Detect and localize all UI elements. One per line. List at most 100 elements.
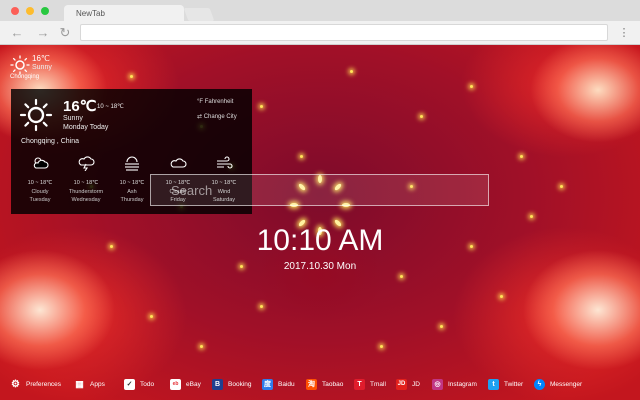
forecast-range: 10 ~ 18℃ <box>119 180 145 186</box>
checkbox-icon: ✓ <box>124 378 135 390</box>
forecast-day-name: Tuesday <box>29 197 51 203</box>
taobao-icon: 淘 <box>306 378 317 390</box>
star-sparkle <box>500 295 503 298</box>
apps-button[interactable]: ▦ Apps <box>74 378 105 390</box>
close-window-button[interactable] <box>11 7 19 15</box>
forecast-range: 10 ~ 18℃ <box>73 180 99 186</box>
star-sparkle <box>530 215 533 218</box>
kebab-menu-icon[interactable]: ⋮ <box>618 25 630 41</box>
forecast-day-name: Wednesday <box>71 197 101 203</box>
star-sparkle <box>150 315 153 318</box>
shortcut-label: eBay <box>186 380 201 388</box>
jd-icon: JD <box>396 378 407 390</box>
gear-icon: ⚙ <box>11 378 20 390</box>
current-condition: Sunny <box>63 115 83 122</box>
preferences-button[interactable]: ⚙ Preferences <box>10 378 61 390</box>
shortcut-jd[interactable]: JD JD <box>396 378 420 390</box>
browser-toolbar: ← → ↻ ⋮ <box>0 21 640 45</box>
weather-mini-city: Chongqing <box>10 74 40 80</box>
back-arrow-icon[interactable]: ← <box>9 25 25 41</box>
maximize-window-button[interactable] <box>41 7 49 15</box>
sun-icon <box>19 98 53 132</box>
star-sparkle <box>300 155 303 158</box>
shortcut-messenger[interactable]: ϟ Messenger <box>534 378 582 390</box>
forward-arrow-icon[interactable]: → <box>35 25 51 41</box>
shortcut-label: JD <box>412 380 420 388</box>
star-sparkle <box>130 75 133 78</box>
apps-grid-icon: ▦ <box>75 378 84 389</box>
forecast-range: 10 ~ 18℃ <box>27 180 53 186</box>
twitter-icon: t <box>488 378 499 390</box>
star-sparkle <box>440 325 443 328</box>
shortcut-label: Booking <box>228 380 252 388</box>
forecast-day: 10 ~ 18℃ Ash Thursday <box>109 155 155 207</box>
cloudy-sun-icon <box>33 157 49 169</box>
wind-icon <box>217 156 233 169</box>
address-bar[interactable] <box>80 24 608 41</box>
reload-icon[interactable]: ↻ <box>57 25 73 41</box>
search-input[interactable]: Search <box>150 174 489 206</box>
weather-mini-temp: 16℃ <box>32 54 50 63</box>
forecast-condition: Ash <box>127 189 137 195</box>
star-sparkle <box>260 305 263 308</box>
today-temp-range: 10 ~ 18℃ <box>97 104 124 110</box>
weather-widget[interactable]: 16℃ Sunny Chongqing <box>10 53 70 83</box>
forecast-condition: Cloudy <box>31 189 49 195</box>
weather-mini-condition: Sunny <box>32 64 52 71</box>
shortcut-booking[interactable]: B Booking <box>212 378 252 390</box>
new-tab-page: 16℃ Sunny Chongqing 16℃ 10 ~ 18℃ Sunny M… <box>0 45 640 400</box>
sun-icon <box>10 55 30 75</box>
tab-bar: NewTab <box>0 0 640 21</box>
star-sparkle <box>470 85 473 88</box>
shortcut-tmall[interactable]: T Tmall <box>354 378 386 390</box>
shortcut-twitter[interactable]: t Twitter <box>488 378 523 390</box>
shortcut-label: Tmall <box>370 380 386 388</box>
baidu-icon: 度 <box>262 378 273 390</box>
location-label: Chongqing , China <box>21 138 79 145</box>
messenger-icon: ϟ <box>534 378 545 390</box>
change-city-button[interactable]: ⇄ Change City <box>197 113 237 120</box>
shortcut-label: Apps <box>90 380 105 388</box>
current-temperature: 16℃ <box>63 98 97 115</box>
forecast-day: 10 ~ 18℃ Thunderstorm Wednesday <box>63 155 109 207</box>
browser-tab[interactable]: NewTab <box>64 5 184 21</box>
search-placeholder: Search <box>171 183 213 198</box>
browser-chrome: NewTab ← → ↻ ⋮ <box>0 0 640 45</box>
shortcut-label: Preferences <box>26 380 62 388</box>
shortcut-label: Instagram <box>448 380 477 388</box>
star-sparkle <box>260 105 263 108</box>
shortcut-label: Twitter <box>504 380 524 388</box>
tab-title: NewTab <box>76 9 105 18</box>
star-sparkle <box>350 70 353 73</box>
star-sparkle <box>380 345 383 348</box>
forecast-condition: Thunderstorm <box>68 189 104 195</box>
new-tab-button[interactable] <box>183 8 215 21</box>
todo-button[interactable]: ✓ Todo <box>124 378 154 390</box>
clock-date: 2017.10.30 Mon <box>283 261 357 272</box>
star-sparkle <box>520 155 523 158</box>
shortcut-taobao[interactable]: 淘 Taobao <box>306 378 343 390</box>
shortcut-baidu[interactable]: 度 Baidu <box>262 378 295 390</box>
fahrenheit-toggle[interactable]: °F Fahrenheit <box>197 99 233 105</box>
star-sparkle <box>560 185 563 188</box>
forecast-day: 10 ~ 18℃ Cloudy Tuesday <box>17 155 63 207</box>
ebay-icon: eb <box>170 378 181 390</box>
forecast-day-name: Thursday <box>120 197 144 203</box>
bottom-shortcut-bar: ⚙ Preferences ▦ Apps ✓ Todo eb eBay B Bo… <box>0 375 640 393</box>
star-sparkle <box>420 115 423 118</box>
shortcut-label: Messenger <box>550 380 583 388</box>
shortcut-label: Baidu <box>278 380 295 388</box>
shortcut-ebay[interactable]: eb eBay <box>170 378 201 390</box>
cloud-icon <box>170 158 187 168</box>
clock-time: 10:10 AM <box>256 224 384 257</box>
minimize-window-button[interactable] <box>26 7 34 15</box>
star-sparkle <box>400 275 403 278</box>
thunderstorm-icon <box>78 156 95 172</box>
instagram-icon: ◎ <box>432 378 443 390</box>
tmall-icon: T <box>354 378 365 390</box>
shortcut-instagram[interactable]: ◎ Instagram <box>432 378 477 390</box>
star-sparkle <box>200 345 203 348</box>
booking-icon: B <box>212 378 223 390</box>
current-day: Monday Today <box>63 124 109 131</box>
shortcut-label: Taobao <box>322 380 344 388</box>
